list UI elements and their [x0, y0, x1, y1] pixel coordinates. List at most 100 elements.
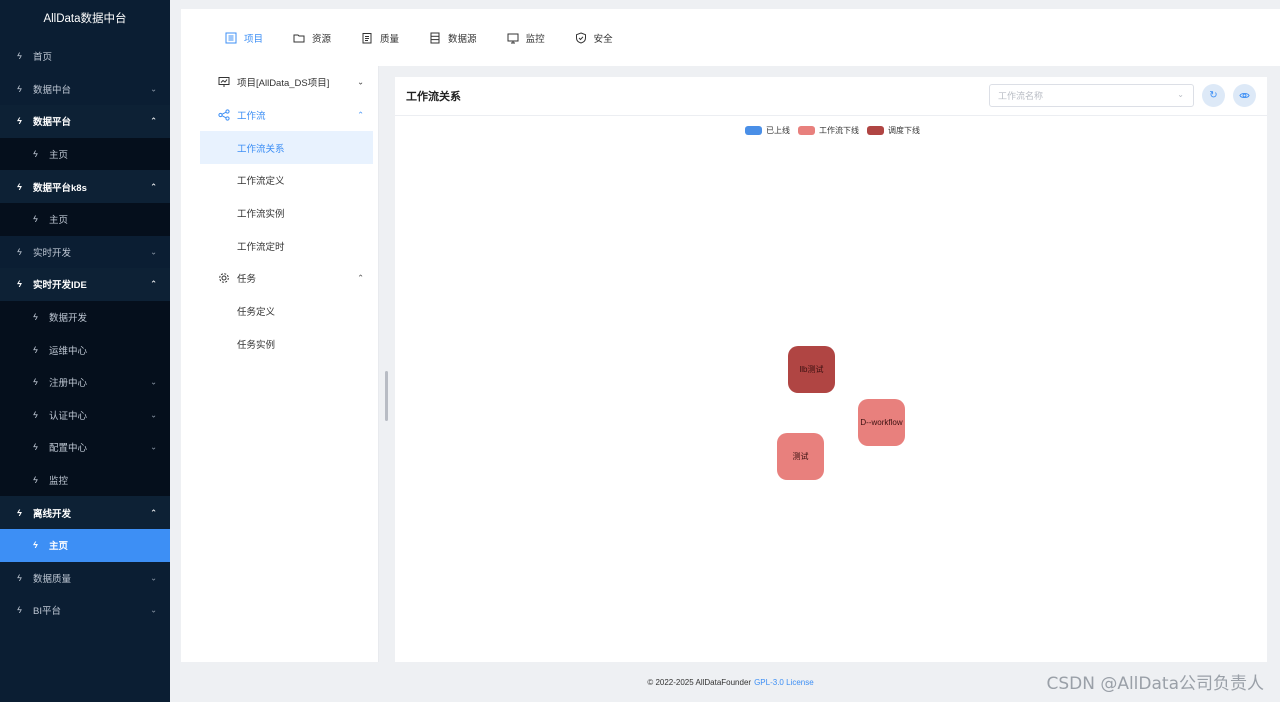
workflow-name-select[interactable]: 工作流名称 ⌄ [989, 84, 1194, 107]
eye-icon [1239, 92, 1250, 99]
sidebar-item-data-platform[interactable]: ϟ 数据平台 ⌃ [0, 105, 170, 138]
chevron-down-icon: ⌄ [150, 84, 157, 94]
tab-label: 资源 [312, 33, 332, 45]
refresh-button[interactable]: ↻ [1202, 84, 1225, 107]
sidebar-item-data-platform-k8s[interactable]: ϟ 数据平台k8s ⌃ [0, 170, 170, 203]
sidebar-item-label: 配置中心 [49, 443, 88, 455]
chevron-up-icon: ⌃ [357, 110, 364, 120]
legend-swatch [745, 126, 762, 135]
lightning-icon: ϟ [17, 181, 22, 192]
chevron-down-icon: ⌄ [1177, 90, 1184, 99]
watermark: CSDN @AllData公司负责人 [1046, 674, 1264, 694]
top-nav: 项目 资源 质量 数据源 监控 安全 [181, 9, 1280, 66]
sidebar-item-data-center[interactable]: ϟ 数据中台 ⌄ [0, 73, 170, 106]
top-strip [170, 0, 1280, 9]
sidebar-subitem-data-dev[interactable]: ϟ 数据开发 [0, 300, 170, 334]
sidebar-item-home[interactable]: ϟ 首页 [0, 40, 170, 73]
chevron-down-icon: ⌄ [150, 605, 157, 615]
panel-header: 工作流关系 工作流名称 ⌄ ↻ [395, 77, 1267, 116]
lightning-icon: ϟ [17, 605, 22, 616]
chevron-up-icon: ⌃ [150, 116, 157, 126]
workflow-node[interactable]: llb测试 [788, 346, 835, 393]
sidebar-item-label: 离线开发 [33, 508, 72, 520]
presentation-icon [218, 77, 230, 88]
sidebar: AllData数据中台 ϟ 首页 ϟ 数据中台 ⌄ ϟ 数据平台 ⌃ ϟ 主页 ϟ 数据平台k… [0, 0, 170, 702]
sidebar-item-realtime-ide[interactable]: ϟ 实时开发IDE ⌃ [0, 268, 170, 301]
lightning-icon: ϟ [17, 279, 22, 290]
sidebar-subitem-ops-center[interactable]: ϟ 运维中心 [0, 333, 170, 366]
sidebar-item-label: 首页 [33, 52, 53, 64]
sidebar-item-label: 实时开发IDE [33, 280, 87, 292]
tab-resources[interactable]: 资源 [293, 31, 331, 45]
workflow-icon [218, 109, 230, 121]
subnav-task-instance[interactable]: 任务实例 [181, 328, 378, 361]
workflow-node[interactable]: 测试 [777, 433, 824, 480]
select-placeholder: 工作流名称 [998, 91, 1044, 101]
legend-item-workflow-offline[interactable]: 工作流下线 [798, 125, 859, 136]
panel-resize-handle[interactable] [385, 371, 388, 421]
sidebar-subitem-monitor[interactable]: ϟ 监控 [0, 463, 170, 497]
lightning-icon: ϟ [33, 475, 38, 486]
sidebar-subitem-auth[interactable]: ϟ 认证中心 ⌄ [0, 398, 170, 432]
sidebar-item-label: 主页 [49, 215, 69, 227]
sidebar-subitem-home-active[interactable]: ϟ 主页 [0, 528, 170, 562]
legend-label: 调度下线 [888, 126, 920, 135]
chevron-down-icon: ⌄ [150, 247, 157, 257]
legend-item-online[interactable]: 已上线 [745, 125, 790, 136]
legend-swatch [867, 126, 884, 135]
lightning-icon: ϟ [17, 83, 22, 94]
lightning-icon: ϟ [17, 246, 22, 257]
chevron-up-icon: ⌃ [150, 279, 157, 289]
sidebar-item-bi-platform[interactable]: ϟ BI平台 ⌄ [0, 594, 170, 627]
sidebar-subitem-config[interactable]: ϟ 配置中心 ⌄ [0, 431, 170, 464]
tab-monitor[interactable]: 监控 [507, 31, 545, 45]
lightning-icon: ϟ [17, 116, 22, 127]
sidebar-item-label: 数据中台 [33, 84, 72, 96]
subnav-task-definition[interactable]: 任务定义 [181, 295, 378, 328]
subnav-project[interactable]: 项目[AllData_DS项目] ⌄ [181, 66, 378, 99]
tab-project[interactable]: 项目 [225, 31, 263, 45]
subnav-label: 项目[AllData_DS项目] [237, 78, 330, 90]
workflow-node[interactable]: D--workflow [858, 399, 905, 446]
panel-title: 工作流关系 [406, 91, 461, 103]
subnav-workflow-group[interactable]: 工作流 ⌃ [181, 99, 378, 132]
node-label: llb测试 [799, 365, 824, 374]
lightning-icon: ϟ [33, 540, 38, 551]
sidebar-item-data-quality[interactable]: ϟ 数据质量 ⌄ [0, 562, 170, 595]
lightning-icon: ϟ [33, 377, 38, 388]
subnav-workflow-instance[interactable]: 工作流实例 [181, 197, 378, 230]
sidebar-subitem-registry[interactable]: ϟ 注册中心 ⌄ [0, 365, 170, 399]
tab-label: 项目 [244, 33, 264, 45]
subnav-workflow-definition[interactable]: 工作流定义 [181, 164, 378, 197]
chevron-up-icon: ⌃ [150, 508, 157, 518]
subnav-task-group[interactable]: 任务 ⌃ [181, 262, 378, 295]
tab-datasource[interactable]: 数据源 [429, 31, 477, 45]
sidebar-item-offline-dev[interactable]: ϟ 离线开发 ⌃ [0, 496, 170, 529]
subnav-workflow-timing[interactable]: 工作流定时 [181, 229, 378, 262]
lightning-icon: ϟ [17, 51, 22, 62]
sidebar-item-label: 数据平台 [33, 117, 72, 129]
legend-item-schedule-offline[interactable]: 调度下线 [867, 125, 920, 136]
lightning-icon: ϟ [33, 312, 38, 323]
chart-legend: 已上线 工作流下线 调度下线 [745, 125, 928, 136]
subnav-workflow-relation[interactable]: 工作流关系 [200, 131, 373, 165]
sidebar-item-realtime-dev[interactable]: ϟ 实时开发 ⌄ [0, 236, 170, 269]
sidebar-subitem-home[interactable]: ϟ 主页 [0, 137, 170, 171]
license-link[interactable]: GPL-3.0 License [754, 678, 814, 687]
lightning-icon: ϟ [33, 214, 38, 225]
lightning-icon: ϟ [33, 442, 38, 453]
node-label: 测试 [792, 452, 809, 461]
chevron-down-icon: ⌄ [357, 77, 364, 87]
shield-icon [575, 31, 586, 44]
chevron-down-icon: ⌄ [150, 442, 157, 452]
legend-label: 工作流下线 [819, 126, 859, 135]
view-button[interactable] [1233, 84, 1256, 107]
sidebar-item-label: 主页 [49, 150, 69, 162]
sidebar-subitem-home[interactable]: ϟ 主页 [0, 202, 170, 236]
tab-quality[interactable]: 质量 [361, 31, 399, 45]
node-label: D--workflow [860, 418, 903, 427]
sidebar-item-label: BI平台 [33, 606, 61, 618]
sidebar-item-label: 注册中心 [49, 378, 88, 390]
sidebar-item-label: 实时开发 [33, 247, 72, 259]
tab-security[interactable]: 安全 [575, 31, 613, 45]
